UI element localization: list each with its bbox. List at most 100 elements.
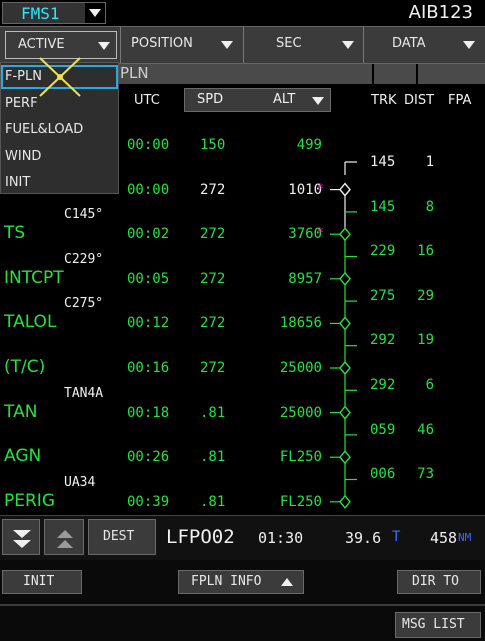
waypoint-diamond-icon — [339, 405, 351, 420]
constraint-star-icon: * — [316, 226, 324, 242]
leg-track: 275 — [370, 287, 396, 304]
column-header-alt: ALT — [273, 92, 296, 107]
waypoint-name[interactable]: TALOL — [4, 312, 56, 332]
tab-position-label: POSITION — [131, 36, 193, 51]
waypoint-constraint: C229° — [64, 251, 104, 267]
leg-track: 145 — [370, 198, 396, 215]
waypoint-diamond-icon — [339, 227, 351, 242]
fpln-info-button[interactable]: FPLN INFO — [178, 570, 304, 594]
scroll-down-button[interactable] — [2, 519, 40, 555]
leg-distance: 6 — [425, 377, 434, 393]
waypoint-diamond-icon — [339, 360, 351, 376]
waypoint-utc: 00:39 — [127, 493, 170, 510]
waypoint-utc: 00:05 — [127, 270, 170, 287]
fpln-title-strip: PLN — [118, 64, 485, 84]
waypoint-speed: 272 — [200, 315, 226, 332]
menu-item-fuel-load[interactable]: FUEL&LOAD — [5, 122, 83, 137]
waypoint-diamond-icon — [339, 316, 351, 331]
waypoint-altitude: 1010 — [288, 181, 322, 198]
leg-distance: 19 — [417, 332, 434, 349]
column-header-dist: DIST — [404, 93, 435, 108]
bottom-bar: INIT FPLN INFO DIR TO MSG LIST — [0, 560, 485, 641]
waypoint-altitude: 3760 — [288, 226, 322, 243]
waypoint-altitude: 18656 — [279, 315, 322, 332]
waypoint-constraint: C145° — [64, 207, 104, 223]
chevron-down-icon — [98, 42, 110, 50]
waypoint-utc: 00:00 — [127, 181, 170, 198]
flight-callsign: AIB123 — [408, 2, 473, 23]
bottom-divider — [0, 604, 485, 606]
waypoint-utc: 00:16 — [127, 360, 170, 376]
dir-to-button[interactable]: DIR TO — [397, 570, 481, 594]
leg-track: 145 — [370, 154, 396, 170]
waypoint-speed: 272 — [200, 360, 226, 376]
double-chevron-up-icon — [57, 530, 73, 548]
waypoint-diamond-icon — [339, 182, 351, 197]
menu-item-init[interactable]: INIT — [5, 175, 30, 190]
leg-distance: 8 — [425, 198, 434, 215]
waypoint-speed: .81 — [200, 404, 226, 421]
dest-efob: 39.6 — [345, 529, 382, 547]
waypoint-name[interactable]: PERIG — [4, 491, 55, 511]
column-header-spd: SPD — [197, 92, 224, 107]
fms-selector[interactable]: FMS1 — [2, 2, 106, 24]
waypoint-diamond-icon — [339, 271, 351, 286]
dest-time: 01:30 — [258, 529, 304, 547]
leg-track: 292 — [370, 377, 396, 393]
column-header-trk: TRK — [371, 93, 397, 108]
tab-sec[interactable]: SEC — [244, 27, 362, 63]
tab-data[interactable]: DATA — [364, 27, 485, 63]
waypoint-altitude: FL250 — [279, 449, 322, 466]
dest-distance-unit: NM — [458, 531, 472, 544]
waypoint-speed: 272 — [200, 226, 226, 243]
column-header-fpa: FPA — [448, 93, 472, 108]
leg-track: 006 — [370, 466, 396, 483]
waypoint-utc: 00:00 — [127, 137, 170, 153]
waypoint-constraint: C275° — [64, 296, 104, 312]
leg-distance: 73 — [417, 466, 434, 483]
tab-position[interactable]: POSITION — [121, 27, 241, 63]
waypoint-altitude: 499 — [296, 137, 322, 153]
waypoint-diamond-icon — [339, 494, 351, 509]
waypoint-speed: 272 — [200, 270, 226, 287]
waypoint-name[interactable]: TS — [4, 223, 25, 243]
waypoint-name[interactable]: (T/C) — [4, 357, 45, 377]
leg-distance: 1 — [425, 154, 434, 170]
spd-alt-selector[interactable]: SPD ALT — [184, 88, 331, 112]
waypoint-speed: 150 — [200, 137, 226, 153]
waypoint-altitude: 25000 — [279, 360, 322, 376]
waypoint-constraint: UA34 — [64, 474, 96, 490]
leg-distance: 46 — [417, 421, 434, 438]
fms-dropdown-box[interactable] — [85, 3, 105, 23]
waypoint-speed: .81 — [200, 449, 226, 466]
dest-button[interactable]: DEST — [88, 519, 156, 555]
chevron-down-icon — [89, 9, 101, 17]
waypoint-name[interactable]: AGN — [4, 446, 41, 466]
waypoint-utc: 00:18 — [127, 404, 170, 421]
chevron-down-icon — [463, 41, 475, 49]
msg-list-button[interactable]: MSG LIST — [395, 612, 481, 638]
scroll-up-button[interactable] — [44, 519, 84, 555]
waypoint-utc: 00:02 — [127, 226, 170, 243]
waypoint-name[interactable]: INTCPT — [4, 268, 64, 288]
chevron-down-icon — [312, 97, 324, 105]
column-header-utc: UTC — [134, 93, 160, 108]
fpln-info-button-label: FPLN INFO — [191, 574, 262, 589]
chevron-down-icon — [342, 41, 354, 49]
chevron-up-icon — [281, 578, 293, 586]
waypoint-speed: .81 — [200, 493, 226, 510]
fpln-title: PLN — [120, 64, 149, 82]
waypoint-name[interactable]: TAN — [4, 402, 37, 422]
dest-distance: 458 — [430, 529, 458, 547]
leg-track: 292 — [370, 332, 396, 349]
leg-graphic — [330, 161, 357, 509]
init-button[interactable]: INIT — [2, 570, 82, 594]
leg-track: 229 — [370, 243, 396, 260]
waypoint-constraint: TAN4A — [64, 385, 104, 401]
leg-track: 059 — [370, 421, 396, 438]
dest-efob-unit: T — [392, 529, 401, 545]
fms-label: FMS1 — [21, 4, 60, 23]
menu-item-perf[interactable]: PERF — [5, 96, 38, 111]
tab-active-label: ACTIVE — [18, 37, 65, 52]
menu-item-wind[interactable]: WIND — [5, 149, 41, 164]
